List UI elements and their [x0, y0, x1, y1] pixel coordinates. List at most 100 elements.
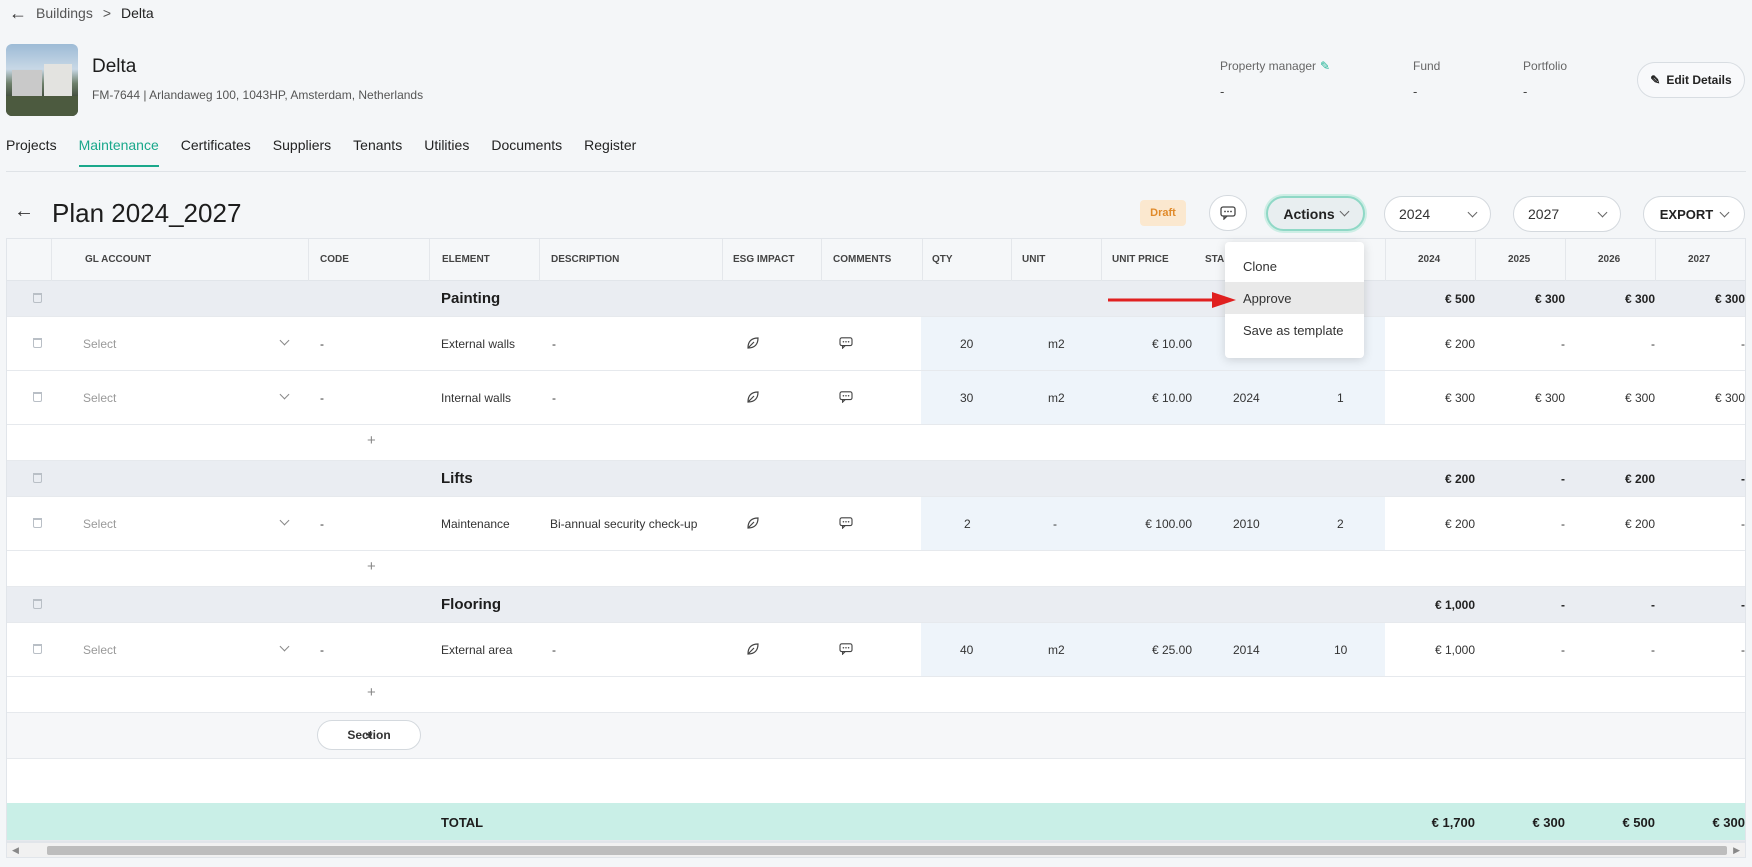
add-row: +: [7, 551, 1745, 587]
gl-account-select[interactable]: Select: [83, 337, 116, 351]
cell-start[interactable]: 2014: [1233, 643, 1260, 657]
cell-description: Bi-annual security check-up: [550, 517, 698, 531]
table-row: Select - Maintenance Bi-annual security …: [7, 497, 1745, 551]
cell-start[interactable]: 2010: [1233, 517, 1260, 531]
tab-certificates[interactable]: Certificates: [181, 137, 251, 167]
cell-cycle[interactable]: 10: [1334, 643, 1347, 657]
scroll-right-icon[interactable]: ▶: [1733, 845, 1740, 856]
cell-qty[interactable]: 20: [960, 337, 973, 351]
cell-unit[interactable]: m2: [1048, 337, 1065, 351]
cell-2026: € 300: [1624, 391, 1655, 405]
leaf-icon[interactable]: [745, 641, 761, 660]
add-row-button[interactable]: +: [367, 432, 376, 449]
chevron-down-icon: [1719, 207, 1730, 217]
cell-cycle[interactable]: 1: [1337, 391, 1344, 405]
comments-button[interactable]: [1209, 195, 1247, 231]
actions-button[interactable]: Actions: [1266, 196, 1365, 231]
maintenance-table: GL ACCOUNT CODE ELEMENT DESCRIPTION ESG …: [6, 238, 1746, 842]
cell-code: -: [320, 517, 324, 531]
col-2024: 2024: [1418, 254, 1441, 265]
cell-unit-price[interactable]: € 25.00: [1152, 643, 1192, 657]
tabs-divider: [6, 171, 1746, 172]
trash-icon[interactable]: [33, 518, 42, 528]
edit-pencil-icon[interactable]: ✎: [1320, 59, 1330, 73]
chevron-down-icon: [1339, 206, 1350, 217]
cell-unit-price[interactable]: € 100.00: [1145, 517, 1192, 531]
trash-icon[interactable]: [33, 599, 42, 609]
comment-icon: [1220, 206, 1236, 220]
cell-unit-price[interactable]: € 10.00: [1152, 337, 1192, 351]
year-to-select[interactable]: 2027: [1513, 196, 1621, 232]
tab-documents[interactable]: Documents: [491, 137, 562, 167]
comment-icon[interactable]: [839, 517, 853, 532]
export-button[interactable]: EXPORT: [1643, 196, 1745, 232]
pencil-icon: ✎: [1650, 73, 1661, 87]
section-name: Flooring: [441, 596, 501, 613]
leaf-icon[interactable]: [745, 335, 761, 354]
trash-icon[interactable]: [33, 293, 42, 303]
menu-item-clone[interactable]: Clone: [1225, 250, 1364, 282]
cell-2027: -: [1741, 337, 1745, 351]
cell-2025: -: [1561, 517, 1565, 531]
scroll-left-icon[interactable]: ◀: [12, 845, 19, 856]
leaf-icon[interactable]: [745, 515, 761, 534]
cell-cycle[interactable]: 2: [1337, 517, 1344, 531]
add-row-button[interactable]: +: [367, 684, 376, 701]
section-total-2027: € 300: [1714, 292, 1745, 306]
horizontal-scrollbar[interactable]: ◀ ▶: [6, 842, 1746, 858]
col-description: DESCRIPTION: [551, 254, 620, 265]
total-2026: € 500: [1622, 815, 1655, 830]
leaf-icon[interactable]: [745, 389, 761, 408]
annotation-arrow-icon: [1108, 292, 1236, 308]
year-from-select[interactable]: 2024: [1384, 196, 1491, 232]
add-section-button[interactable]: + Section: [317, 720, 421, 750]
table-row: Select - Internal walls - 30 m2 € 10.00 …: [7, 371, 1745, 425]
tab-maintenance[interactable]: Maintenance: [78, 137, 159, 167]
cell-unit-price[interactable]: € 10.00: [1152, 391, 1192, 405]
cell-unit[interactable]: -: [1053, 517, 1057, 531]
trash-icon[interactable]: [33, 392, 42, 402]
scrollbar-thumb[interactable]: [47, 846, 1727, 855]
total-2024: € 1,700: [1431, 815, 1475, 830]
cell-2024: € 200: [1444, 517, 1475, 531]
cell-code: -: [320, 337, 324, 351]
section-total-2024: € 1,000: [1434, 598, 1475, 612]
section-total-2027: -: [1741, 472, 1745, 486]
gl-account-select[interactable]: Select: [83, 643, 116, 657]
tab-register[interactable]: Register: [584, 137, 636, 167]
tab-suppliers[interactable]: Suppliers: [273, 137, 331, 167]
section-row-painting: Painting € 500 € 300 € 300 € 300: [7, 281, 1745, 317]
tab-projects[interactable]: Projects: [6, 137, 57, 167]
portfolio-value: -: [1523, 84, 1528, 99]
comment-icon[interactable]: [839, 391, 853, 406]
trash-icon[interactable]: [33, 338, 42, 348]
cell-start[interactable]: 2024: [1233, 391, 1260, 405]
menu-item-save-as-template[interactable]: Save as template: [1225, 314, 1364, 346]
tab-tenants[interactable]: Tenants: [353, 137, 402, 167]
section-total-2027: -: [1741, 598, 1745, 612]
section-total-2026: € 200: [1624, 472, 1655, 486]
plan-title: Plan 2024_2027: [52, 198, 242, 228]
cell-qty[interactable]: 30: [960, 391, 973, 405]
cell-unit[interactable]: m2: [1048, 391, 1065, 405]
trash-icon[interactable]: [33, 644, 42, 654]
menu-item-approve[interactable]: Approve: [1225, 282, 1364, 314]
breadcrumb-separator: >: [102, 5, 112, 21]
edit-details-button[interactable]: ✎ Edit Details: [1637, 62, 1745, 98]
cell-2027: -: [1741, 643, 1745, 657]
add-row-button[interactable]: +: [367, 558, 376, 575]
breadcrumb-buildings[interactable]: Buildings: [36, 5, 93, 21]
col-2027: 2027: [1688, 254, 1711, 265]
cell-qty[interactable]: 40: [960, 643, 973, 657]
gl-account-select[interactable]: Select: [83, 517, 116, 531]
tab-utilities[interactable]: Utilities: [424, 137, 469, 167]
cell-qty[interactable]: 2: [964, 517, 971, 531]
section-total-2026: -: [1651, 598, 1655, 612]
trash-icon[interactable]: [33, 473, 42, 483]
plan-back-arrow-icon[interactable]: ←: [14, 200, 34, 223]
back-arrow-icon[interactable]: ←: [8, 3, 28, 24]
comment-icon[interactable]: [839, 337, 853, 352]
gl-account-select[interactable]: Select: [83, 391, 116, 405]
cell-unit[interactable]: m2: [1048, 643, 1065, 657]
comment-icon[interactable]: [839, 643, 853, 658]
